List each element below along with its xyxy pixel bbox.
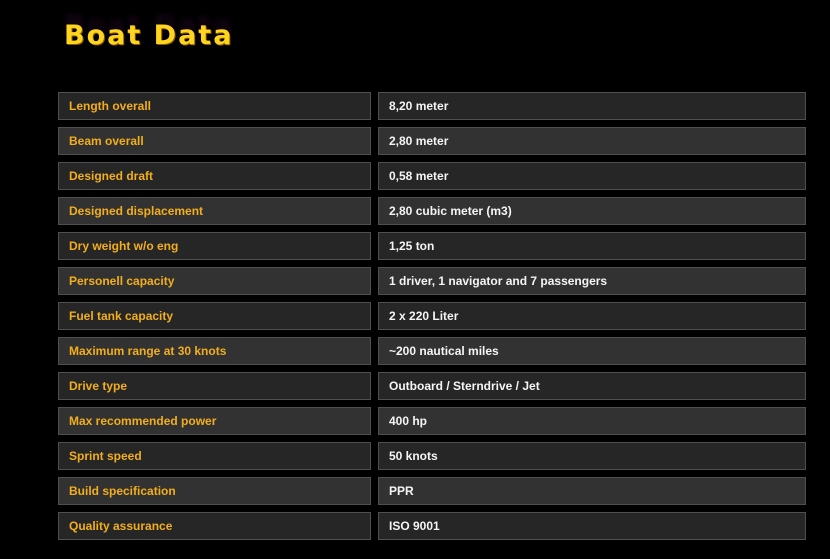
spec-value: 2,80 meter (378, 127, 806, 155)
spec-label: Designed displacement (58, 197, 371, 225)
spec-value: 1,25 ton (378, 232, 806, 260)
spec-value: ~200 nautical miles (378, 337, 806, 365)
spec-label: Designed draft (58, 162, 371, 190)
spec-label: Sprint speed (58, 442, 371, 470)
table-row: Quality assuranceISO 9001 (58, 512, 806, 540)
spec-value: ISO 9001 (378, 512, 806, 540)
table-row: Dry weight w/o eng1,25 ton (58, 232, 806, 260)
spec-value: PPR (378, 477, 806, 505)
table-row: Personell capacity1 driver, 1 navigator … (58, 267, 806, 295)
table-row: Beam overall2,80 meter (58, 127, 806, 155)
spec-value: 2,80 cubic meter (m3) (378, 197, 806, 225)
page: { "page": { "background": "#000000" }, "… (0, 0, 830, 559)
table-row: Build specificationPPR (58, 477, 806, 505)
spec-value: 8,20 meter (378, 92, 806, 120)
table-row: Designed displacement2,80 cubic meter (m… (58, 197, 806, 225)
spec-value: 0,58 meter (378, 162, 806, 190)
spec-label: Dry weight w/o eng (58, 232, 371, 260)
spec-label: Length overall (58, 92, 371, 120)
spec-label: Personell capacity (58, 267, 371, 295)
page-title: Boat Data (64, 20, 233, 51)
spec-label: Build specification (58, 477, 371, 505)
spec-label: Drive type (58, 372, 371, 400)
table-row: Length overall8,20 meter (58, 92, 806, 120)
spec-value: 1 driver, 1 navigator and 7 passengers (378, 267, 806, 295)
table-row: Sprint speed50 knots (58, 442, 806, 470)
table-row: Designed draft0,58 meter (58, 162, 806, 190)
spec-label: Maximum range at 30 knots (58, 337, 371, 365)
spec-label: Beam overall (58, 127, 371, 155)
table-row: Fuel tank capacity2 x 220 Liter (58, 302, 806, 330)
table-row: Drive typeOutboard / Sterndrive / Jet (58, 372, 806, 400)
table-row: Maximum range at 30 knots~200 nautical m… (58, 337, 806, 365)
table-row: Max recommended power400 hp (58, 407, 806, 435)
spec-value: Outboard / Sterndrive / Jet (378, 372, 806, 400)
spec-value: 400 hp (378, 407, 806, 435)
spec-label: Max recommended power (58, 407, 371, 435)
spec-value: 50 knots (378, 442, 806, 470)
spec-value: 2 x 220 Liter (378, 302, 806, 330)
spec-table: Length overall8,20 meterBeam overall2,80… (58, 92, 806, 540)
spec-label: Fuel tank capacity (58, 302, 371, 330)
spec-label: Quality assurance (58, 512, 371, 540)
